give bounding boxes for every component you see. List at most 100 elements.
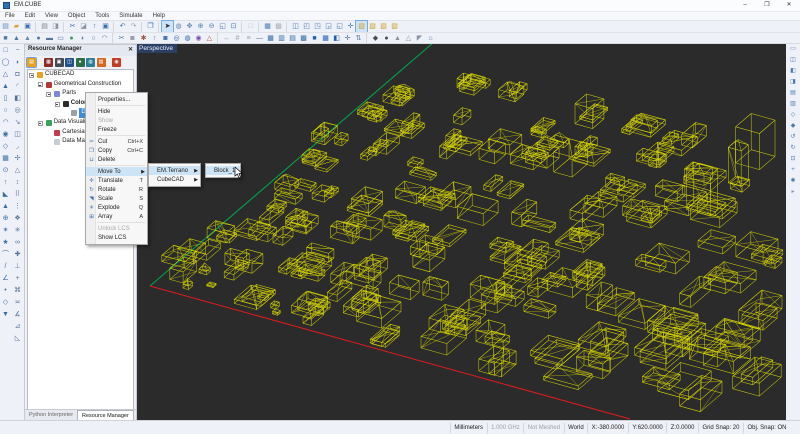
menu-item-properties-[interactable]: Properties... [86, 95, 147, 104]
draw-cross-icon[interactable]: ⊕ [0, 213, 11, 225]
home-icon[interactable]: ⌂ [425, 33, 436, 44]
tree-expander-icon[interactable] [29, 72, 34, 78]
draw-poly-icon[interactable]: ◇ [0, 297, 11, 309]
sources-icon[interactable]: ◍ [86, 58, 95, 67]
menu-item-rotate[interactable]: ↻ Rotate R [86, 185, 147, 194]
vp-top-icon[interactable]: ▭ [788, 44, 799, 55]
viewport-label[interactable]: Perspective [137, 44, 177, 53]
vp-right-icon[interactable]: ◨ [788, 77, 799, 88]
axes-icon[interactable]: ✛ [345, 21, 356, 32]
vp-rotl-icon[interactable]: ↺ [788, 132, 799, 143]
orbit-icon[interactable]: ◍ [173, 21, 184, 32]
workspace2-icon[interactable]: ▧ [367, 21, 378, 32]
menu-view[interactable]: View [40, 12, 63, 20]
import-icon[interactable]: ↑ [89, 21, 100, 32]
mod-taper-icon[interactable]: △ [12, 165, 23, 177]
mod-measure-icon[interactable]: ⊥ [12, 261, 23, 273]
draw-cylinder-icon[interactable]: ▯ [0, 93, 11, 105]
select-icon[interactable]: ➤ [161, 20, 174, 33]
pan-icon[interactable]: ✥ [184, 21, 195, 32]
draw-line-icon[interactable]: / [0, 261, 11, 273]
tab-python-interpreter[interactable]: Python Interpreter [25, 410, 77, 420]
lock-icon[interactable]: ◙ [127, 33, 138, 44]
cells-icon[interactable]: ▩ [298, 33, 309, 44]
menu-item-copy[interactable]: ❐ Copy Ctrl+C [86, 146, 147, 155]
minus-icon[interactable]: — [254, 33, 265, 44]
zoom-window-icon[interactable]: ◱ [217, 21, 228, 32]
hide-geo-icon[interactable]: ◳ [312, 21, 323, 32]
menu-object[interactable]: Object [63, 12, 90, 20]
mod-explode2-icon[interactable]: ✳ [12, 225, 23, 237]
draw-pt-icon[interactable]: • [0, 285, 11, 297]
list-icon[interactable]: ▤ [287, 33, 298, 44]
ghost-icon[interactable]: □ [245, 21, 256, 32]
export-icon[interactable]: ◨ [50, 21, 61, 32]
save-icon[interactable]: ▣ [22, 21, 33, 32]
simulate-icon[interactable]: ◉ [112, 58, 121, 67]
draw-sphere-icon[interactable]: ◯ [0, 57, 11, 69]
vp-iso-icon[interactable]: ◆ [788, 121, 799, 132]
pyramid-icon[interactable]: ▲ [22, 33, 33, 44]
vp-cam-icon[interactable]: + [788, 165, 799, 176]
mod-stretch-icon[interactable]: ↕ [12, 177, 23, 189]
vp-more-icon[interactable]: ▸ [788, 187, 799, 198]
erase-icon[interactable]: ◪ [78, 21, 89, 32]
redo-icon[interactable]: ↷ [128, 21, 139, 32]
mod-snap-icon[interactable]: ⌘ [12, 285, 23, 297]
slab-icon[interactable]: ▬ [44, 33, 55, 44]
boolean-icon[interactable]: ◙ [160, 33, 171, 44]
blue3-icon[interactable]: ◧ [331, 33, 342, 44]
mod-ramp-icon[interactable]: ◺ [12, 333, 23, 345]
imprint-icon[interactable]: ◉ [193, 33, 204, 44]
cut-plane-icon[interactable]: ✂ [116, 33, 127, 44]
zoom-out-icon[interactable]: ⊖ [206, 21, 217, 32]
draw-dome-icon[interactable]: ◠ [0, 117, 11, 129]
mod-align-icon[interactable]: ≍ [12, 297, 23, 309]
freeze-geo-icon[interactable]: ◲ [323, 21, 334, 32]
close-button[interactable]: ✕ [778, 0, 800, 11]
mod-sweep-icon[interactable]: ~ [12, 45, 23, 57]
tube-icon[interactable]: ▭ [55, 33, 66, 44]
panel-close-icon[interactable]: ✕ [128, 46, 133, 53]
draw-cone-icon[interactable]: △ [0, 69, 11, 81]
draw-prism-icon[interactable]: ◇ [0, 141, 11, 153]
workspace4-icon[interactable]: ▧ [389, 21, 400, 32]
mod-bend-icon[interactable]: ◞ [12, 141, 23, 153]
draw-angle-icon[interactable]: ∠ [0, 273, 11, 285]
table1-icon[interactable]: ▦ [265, 33, 276, 44]
maximize-button[interactable]: ❐ [756, 0, 778, 11]
vp-bottom-icon[interactable]: ◫ [788, 55, 799, 66]
draw-plate-icon[interactable]: ▦ [0, 153, 11, 165]
shade-icon[interactable]: ◰ [301, 21, 312, 32]
view-grid-icon[interactable]: ▦ [262, 21, 273, 32]
sphere-icon[interactable]: ● [66, 33, 77, 44]
new-icon[interactable]: ▤ [0, 21, 11, 32]
menu-help[interactable]: Help [148, 12, 170, 20]
draw-wedge-icon[interactable]: ◣ [0, 189, 11, 201]
blue2-icon[interactable]: ▦ [320, 33, 331, 44]
box-icon[interactable]: ■ [0, 33, 11, 44]
move2-icon[interactable]: ⇅ [353, 33, 364, 44]
vp-rotr-icon[interactable]: ↻ [788, 143, 799, 154]
tri3-icon[interactable]: △ [403, 33, 414, 44]
tree-node-label[interactable]: CUBECAD [45, 70, 74, 80]
draw-star2-icon[interactable]: ★ [0, 237, 11, 249]
vp-left-icon[interactable]: ◧ [788, 66, 799, 77]
mod-split-icon[interactable]: ◫ [12, 129, 23, 141]
mod-dim2-icon[interactable]: + [12, 273, 23, 285]
vp-persp-icon[interactable]: ◇ [788, 110, 799, 121]
tree-node-label[interactable]: Geometrical Construction [54, 80, 122, 90]
cut-icon[interactable]: ✂ [67, 21, 78, 32]
menu-tools[interactable]: Tools [90, 12, 114, 20]
draw-arc-icon[interactable]: ⌒ [0, 249, 11, 261]
mod-offset-icon[interactable]: ◎ [12, 105, 23, 117]
project-icon[interactable]: ▤ [26, 57, 37, 68]
tree-node-label[interactable]: Parts [62, 89, 76, 99]
draw-tri-icon[interactable]: ▲ [0, 201, 11, 213]
view-mesh-icon[interactable]: ▩ [273, 21, 284, 32]
modules-icon[interactable]: ◫ [65, 58, 74, 67]
workspace1-icon[interactable]: ▧ [355, 20, 368, 33]
menu-item-freeze[interactable]: Freeze [86, 125, 147, 134]
tree-expander-icon[interactable] [37, 82, 43, 88]
tree-expander-icon[interactable] [54, 101, 60, 107]
